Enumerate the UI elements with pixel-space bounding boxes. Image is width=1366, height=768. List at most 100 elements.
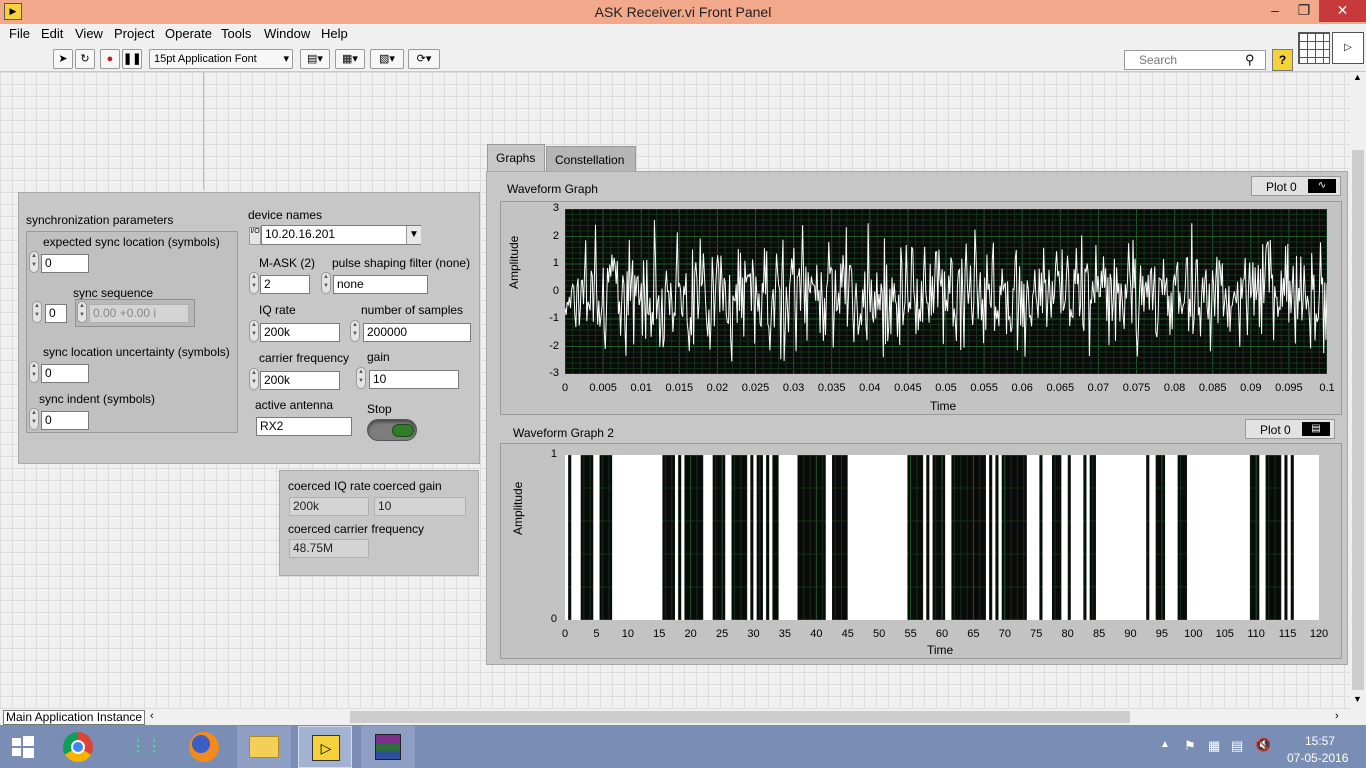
sync-uncertainty-input[interactable]: 0 [41, 364, 89, 383]
menu-help[interactable]: Help [321, 26, 348, 41]
stop-button[interactable] [367, 419, 417, 441]
sync-sequence-index[interactable]: 0 [45, 304, 67, 323]
gain-increment[interactable]: ▲ ▼ [356, 367, 366, 389]
firefox-icon[interactable] [177, 726, 231, 768]
align-objects-icon[interactable]: ▤▾ [300, 49, 330, 69]
scroll-down-icon[interactable]: ▼ [1353, 694, 1362, 704]
reorder-icon[interactable]: ⟳▾ [408, 49, 440, 69]
pulse-shaping-increment[interactable]: ▲ ▼ [321, 272, 331, 294]
iq-rate-increment[interactable]: ▲ ▼ [249, 320, 259, 342]
close-icon[interactable]: ✕ [1319, 0, 1366, 22]
graph2-xtick: 75 [1030, 628, 1043, 640]
file-explorer-icon[interactable] [237, 726, 291, 768]
volume-muted-icon[interactable]: 🔇 [1255, 737, 1271, 753]
graph2-legend-label: Plot 0 [1260, 423, 1291, 437]
resize-objects-icon[interactable]: ▧▾ [370, 49, 404, 69]
tab-graphs[interactable]: Graphs [487, 144, 545, 172]
sync-sequence-element-increment[interactable]: ▲ ▼ [77, 301, 87, 323]
antenna-input[interactable]: RX2 [256, 417, 352, 436]
sync-sequence-value[interactable]: 0.00 +0.00 i [89, 304, 189, 323]
windows-tray-icon[interactable]: ▦ [1208, 738, 1220, 754]
clock-time[interactable]: 15:57 [1305, 734, 1335, 748]
vertical-scroll-thumb[interactable] [1352, 150, 1364, 690]
sync-indent-input[interactable]: 0 [41, 411, 89, 430]
mask-input[interactable]: 2 [260, 275, 310, 294]
pause-icon[interactable]: ❚❚ [122, 49, 142, 69]
expected-sync-label: expected sync location (symbols) [43, 235, 220, 249]
restore-icon[interactable]: ❐ [1289, 0, 1319, 22]
distribute-objects-icon[interactable]: ▦▾ [335, 49, 365, 69]
show-hidden-icons[interactable]: ▲ [1160, 739, 1170, 750]
clock-date[interactable]: 07-05-2016 [1287, 751, 1348, 765]
graph2-xtick: 100 [1184, 628, 1203, 640]
graph2-legend[interactable]: Plot 0 ▤ [1245, 419, 1335, 439]
graph1-xtick: 0.1 [1319, 382, 1335, 394]
pulse-shaping-input[interactable]: none [333, 275, 428, 294]
series-high-segment [1042, 455, 1052, 620]
vertical-scrollbar[interactable]: ▲ ▼ [1350, 72, 1366, 708]
samples-input[interactable]: 200000 [363, 323, 471, 342]
graph1-legend[interactable]: Plot 0 ∿ [1251, 176, 1341, 196]
network-icon[interactable]: ▤ [1231, 738, 1243, 754]
abort-icon[interactable]: ● [100, 49, 120, 69]
scroll-up-icon[interactable]: ▲ [1353, 72, 1362, 82]
coerced-panel: coerced IQ rate 200k coerced gain 10 coe… [279, 470, 479, 576]
iq-rate-input[interactable]: 200k [260, 323, 340, 342]
tab-constellation[interactable]: Constellation [546, 146, 636, 172]
samples-label: number of samples [361, 303, 464, 317]
series-high-segment [1070, 455, 1084, 620]
menu-window[interactable]: Window [264, 26, 310, 41]
menu-project[interactable]: Project [114, 26, 154, 41]
run-arrow-icon[interactable]: ➤ [53, 49, 73, 69]
horizontal-scroll-thumb[interactable] [350, 711, 1130, 723]
start-windows-icon[interactable] [0, 726, 50, 768]
vi-icon[interactable]: ▷ [1332, 32, 1364, 64]
menu-edit[interactable]: Edit [41, 26, 63, 41]
sync-indent-increment[interactable]: ▲ ▼ [29, 408, 39, 430]
series-high-segment [1149, 455, 1156, 620]
connector-pane-icon[interactable] [1298, 32, 1330, 64]
samples-increment[interactable]: ▲ ▼ [350, 320, 360, 342]
series-high-segment [1259, 455, 1266, 620]
device-names-dropdown-icon[interactable]: ▼ [406, 226, 421, 244]
horizontal-scrollbar[interactable]: Main Application Instance ‹ › [0, 708, 1350, 725]
carrier-input[interactable]: 200k [260, 371, 340, 390]
run-continuously-icon[interactable]: ↻ [75, 49, 95, 69]
help-icon[interactable]: ? [1272, 49, 1293, 71]
chevron-down-icon: ▾ [283, 53, 289, 65]
series-high-segment [1287, 455, 1291, 620]
expected-sync-increment[interactable]: ▲ ▼ [29, 251, 39, 273]
waveform-graph2-plot[interactable] [565, 455, 1319, 620]
network-tool-icon[interactable]: ⋮⋮ [115, 726, 169, 768]
labview-taskbar-icon[interactable]: ▷ [298, 726, 352, 768]
waveform-graph-plot[interactable] [565, 209, 1327, 374]
series-high-segment [769, 455, 773, 620]
mask-increment[interactable]: ▲ ▼ [249, 272, 259, 294]
search-box[interactable]: ⚲ [1124, 50, 1266, 70]
sync-uncertainty-increment[interactable]: ▲ ▼ [29, 361, 39, 383]
winrar-icon[interactable] [361, 726, 415, 768]
carrier-increment[interactable]: ▲ ▼ [249, 368, 259, 390]
graph1-xtick: 0.035 [817, 382, 846, 394]
menu-operate[interactable]: Operate [165, 26, 212, 41]
scroll-left-icon[interactable]: ‹ [150, 710, 154, 722]
graph1-xtick: 0.09 [1240, 382, 1262, 394]
coerced-gain-label: coerced gain [373, 479, 442, 493]
series-high-segment [762, 455, 767, 620]
graph2-xtick: 85 [1092, 628, 1106, 640]
sync-sequence-index-increment[interactable]: ▲ ▼ [32, 301, 42, 323]
flag-icon[interactable]: ⚑ [1184, 738, 1196, 754]
search-icon[interactable]: ⚲ [1245, 52, 1255, 68]
device-names-select[interactable]: 10.20.16.201 [261, 225, 421, 245]
chrome-icon[interactable] [51, 726, 105, 768]
gain-input[interactable]: 10 [369, 370, 459, 389]
menu-view[interactable]: View [75, 26, 103, 41]
search-input[interactable] [1137, 52, 1247, 68]
minimize-icon[interactable]: – [1260, 0, 1290, 22]
scroll-right-icon[interactable]: › [1335, 710, 1339, 722]
menu-tools[interactable]: Tools [221, 26, 251, 41]
menu-file[interactable]: File [9, 26, 30, 41]
expected-sync-input[interactable]: 0 [41, 254, 89, 273]
font-select[interactable]: 15pt Application Font ▾ [149, 49, 293, 69]
series-high-segment [674, 455, 679, 620]
